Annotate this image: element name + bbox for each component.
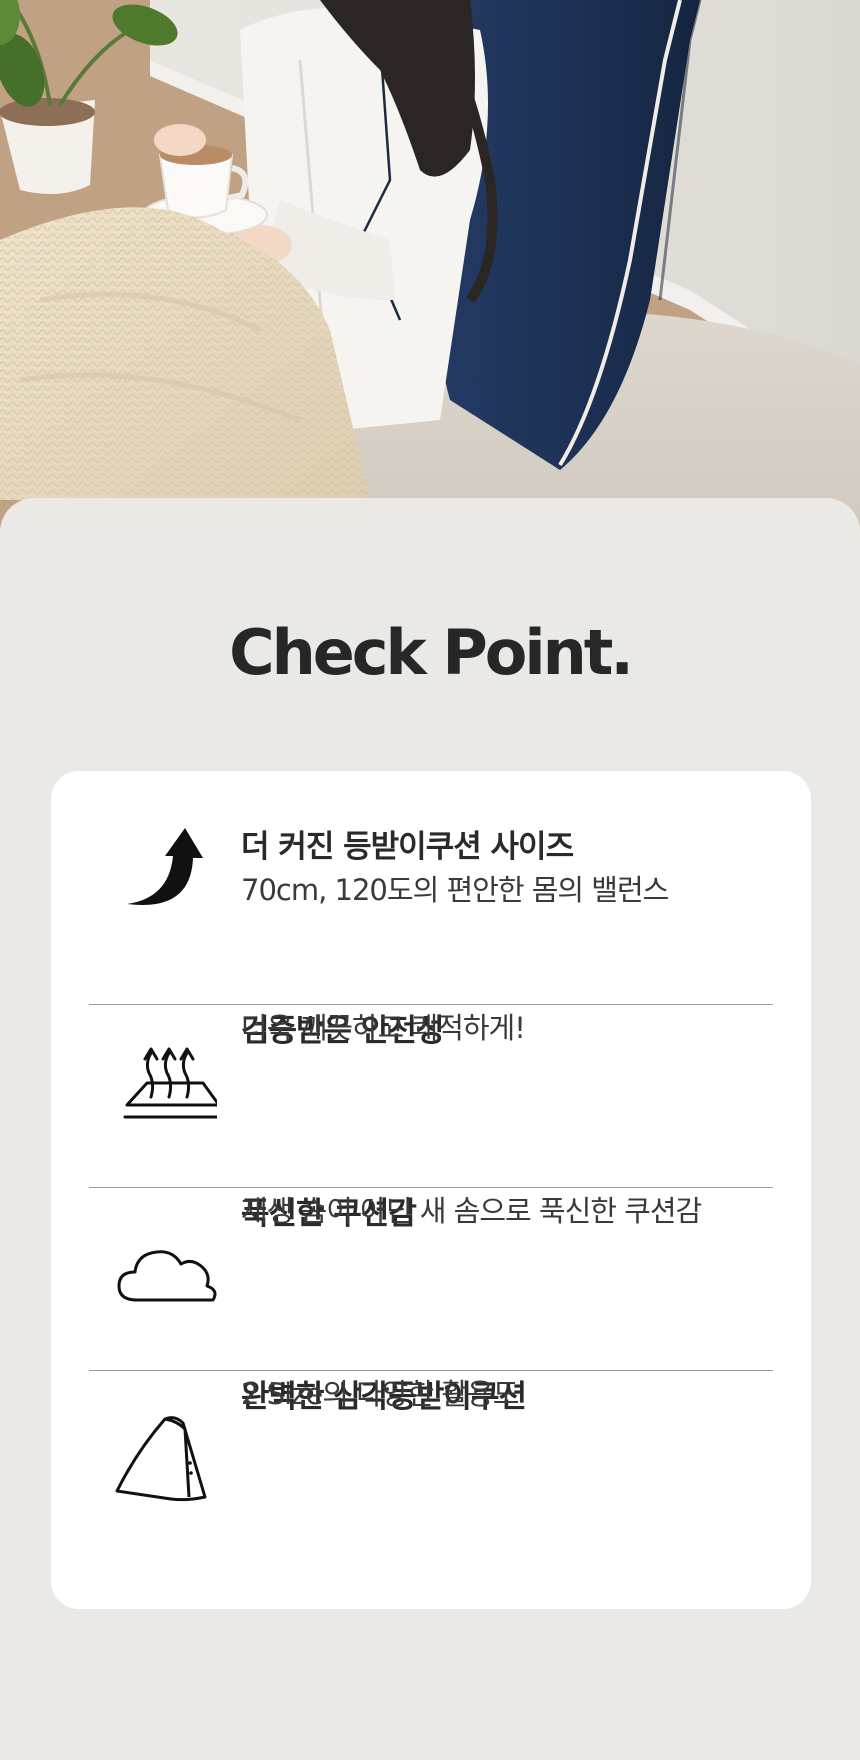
- item-description: 더욱 깨끗하고 쾌적하게!: [241, 1011, 526, 1045]
- check-point-item: 푹신한 쿠션감 재생 솜이 아닌 새 솜으로 푹신한 쿠션감: [89, 1188, 773, 1370]
- product-detail-page: Check Point. 더 커진 등받이쿠션 사이즈 70cm, 120도의 …: [0, 0, 860, 1760]
- hero-photo: [0, 0, 860, 530]
- item-description: 2 Size의 다양한 활용도: [241, 1377, 519, 1411]
- check-point-card: 더 커진 등받이쿠션 사이즈 70cm, 120도의 편안한 몸의 밸런스 검증…: [51, 771, 811, 1609]
- item-title: 더 커진 등받이쿠션 사이즈: [241, 829, 574, 865]
- breathable-layer-icon: [107, 1035, 217, 1145]
- check-point-item: 완벽한 삼각등받이쿠션 2 Size의 다양한 활용도: [89, 1371, 773, 1553]
- check-point-section: Check Point. 더 커진 등받이쿠션 사이즈 70cm, 120도의 …: [0, 498, 860, 1760]
- curved-arrow-up-icon: [107, 816, 217, 926]
- cloud-icon: [107, 1218, 217, 1328]
- section-headline: Check Point.: [229, 616, 634, 689]
- triangle-cushion-icon: [107, 1401, 217, 1511]
- check-point-item: 검증받은 안전성 더욱 깨끗하고 쾌적하게!: [89, 1005, 773, 1187]
- item-description: 재생 솜이 아닌 새 솜으로 푹신한 쿠션감: [241, 1194, 702, 1228]
- item-description: 70cm, 120도의 편안한 몸의 밸런스: [241, 873, 669, 907]
- check-point-item: 더 커진 등받이쿠션 사이즈 70cm, 120도의 편안한 몸의 밸런스: [89, 771, 773, 953]
